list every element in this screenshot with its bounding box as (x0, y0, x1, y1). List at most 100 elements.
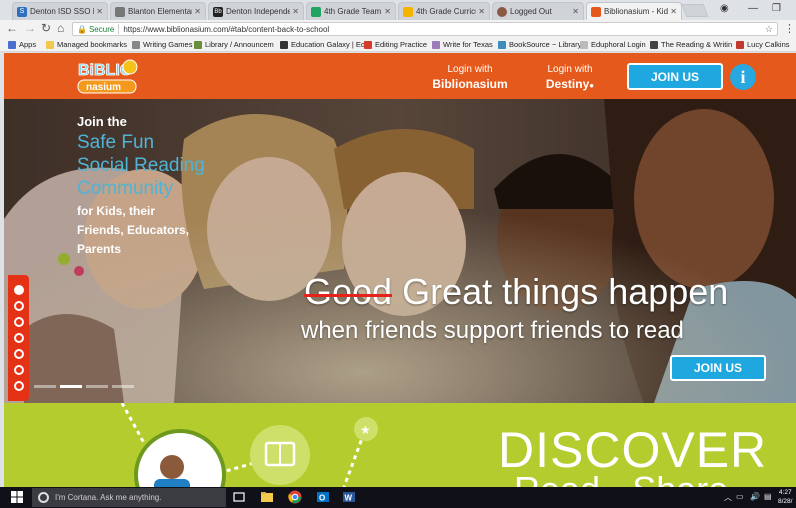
page-icon (364, 40, 372, 49)
login-line2: Biblionasium (432, 77, 508, 91)
cortana-icon (38, 492, 49, 503)
tab-denton-sso[interactable]: S Denton ISD SSO Por ✕ (12, 2, 108, 20)
windows-taskbar: I'm Cortana. Ask me anything. O W ︿ ▭ 🔊 … (0, 487, 796, 508)
bookmark-library[interactable]: Library / Announcem (194, 40, 274, 49)
task-view-icon[interactable] (232, 490, 246, 504)
tab-favicon-icon (115, 6, 125, 17)
reload-icon[interactable]: ↻ (41, 21, 51, 35)
discover-section: ★ DISCOVER Read ● Share (4, 403, 796, 487)
tab-denton-independent[interactable]: Bb Denton Independen ✕ (208, 2, 304, 20)
slide-dot-3[interactable] (14, 317, 24, 327)
svg-text:W: W (345, 494, 353, 503)
login-line2: Destiny● (540, 77, 600, 93)
tab-biblionasium[interactable]: Biblionasium - Kids ✕ (586, 2, 682, 20)
site-header: BiBLIO nasium Login with Biblionasium Lo… (4, 53, 796, 99)
carousel-page-3[interactable] (86, 385, 108, 388)
minimize-icon[interactable]: — (748, 3, 758, 14)
discover-subtitle: Read ● Share (514, 469, 728, 487)
url-text[interactable]: https://www.biblionasium.com/#tab/conten… (123, 25, 329, 34)
bookmark-booksource[interactable]: BookSource ~ Library (498, 40, 581, 49)
back-icon[interactable]: ← (6, 21, 18, 35)
hero-join-us-button[interactable]: JOIN US (670, 355, 766, 381)
carousel-page-2[interactable] (60, 385, 82, 388)
secure-label: Secure (88, 24, 115, 34)
profile-icon[interactable]: ◉ (720, 3, 729, 14)
biblionasium-logo[interactable]: BiBLIO nasium (76, 58, 138, 96)
system-clock[interactable]: 4:27 8/28/ (778, 488, 792, 506)
tab-close-icon[interactable]: ✕ (478, 7, 485, 16)
slide-dot-6[interactable] (14, 365, 24, 375)
slide-dot-5[interactable] (14, 349, 24, 359)
destiny-globe-icon: ● (589, 81, 595, 90)
bookmark-star-icon[interactable]: ☆ (765, 24, 773, 35)
bookmark-write-for-texas[interactable]: Write for Texas (432, 40, 493, 49)
word-icon[interactable]: W (342, 490, 356, 504)
bookmark-lucy-calkins[interactable]: Lucy Calkins (736, 40, 790, 49)
hero-headline: Good Great things happen (304, 271, 728, 313)
page-icon (498, 40, 506, 49)
bookmark-reading-writing[interactable]: The Reading & Writin (650, 40, 732, 49)
tagline-small-line: Friends, Educators, (77, 223, 190, 237)
slide-dot-4[interactable] (14, 333, 24, 343)
tab-favicon-icon (497, 6, 507, 17)
file-explorer-icon[interactable] (260, 490, 274, 504)
outlook-icon[interactable]: O (316, 490, 330, 504)
tab-title: Denton Independen (226, 7, 291, 16)
bookmark-writing-games[interactable]: Writing Games (132, 40, 192, 49)
divider (118, 24, 120, 34)
restore-icon[interactable]: ❐ (772, 3, 781, 14)
bookmark-editing-practice[interactable]: Editing Practice (364, 40, 427, 49)
slide-dot-7[interactable] (14, 381, 24, 391)
bookmark-label: Eduphoral Login (591, 40, 646, 49)
page-icon (132, 40, 140, 49)
tab-close-icon[interactable]: ✕ (292, 7, 299, 16)
browser-tab-strip: S Denton ISD SSO Por ✕ Blanton Elementar… (0, 0, 796, 20)
network-icon[interactable]: ▭ (736, 492, 744, 501)
forward-icon[interactable]: → (24, 21, 36, 35)
bookmark-apps[interactable]: Apps (8, 40, 36, 49)
tagline-line: Community (77, 178, 174, 199)
tab-close-icon[interactable]: ✕ (194, 7, 201, 16)
tagline-small-line: Parents (77, 242, 122, 256)
header-join-us-button[interactable]: JOIN US (627, 63, 723, 90)
tab-logged-out[interactable]: Logged Out ✕ (492, 2, 584, 20)
drive-icon (311, 6, 321, 17)
tab-close-icon[interactable]: ✕ (96, 7, 103, 16)
bookmark-label: Library / Announcem (205, 40, 274, 49)
tab-curriculum[interactable]: 4th Grade Curriculu ✕ (398, 2, 490, 20)
tab-close-icon[interactable]: ✕ (670, 7, 677, 16)
lock-icon: 🔒 (77, 24, 87, 34)
slide-dot-2[interactable] (14, 301, 24, 311)
home-icon[interactable]: ⌂ (57, 21, 64, 35)
windows-start-icon[interactable] (10, 490, 24, 504)
info-icon[interactable]: i (730, 64, 756, 90)
tagline-line: Safe Fun (77, 132, 155, 153)
bookmark-label: Managed bookmarks (57, 40, 128, 49)
chrome-icon[interactable] (288, 490, 302, 504)
cortana-search-box[interactable]: I'm Cortana. Ask me anything. (32, 488, 226, 507)
bookmark-label: Lucy Calkins (747, 40, 790, 49)
login-biblionasium-link[interactable]: Login with Biblionasium (432, 63, 508, 91)
tab-favicon-icon (591, 6, 601, 17)
tab-close-icon[interactable]: ✕ (572, 7, 579, 16)
notifications-icon[interactable]: ▤ (764, 492, 772, 501)
tab-team-drive[interactable]: 4th Grade Team Dri ✕ (306, 2, 396, 20)
volume-icon[interactable]: 🔊 (750, 492, 760, 501)
carousel-page-1[interactable] (34, 385, 56, 388)
address-bar[interactable]: 🔒 Secure https://www.biblionasium.com/#t… (72, 22, 778, 36)
tray-chevron-icon[interactable]: ︿ (724, 492, 732, 503)
bookmark-managed[interactable]: Managed bookmarks (46, 40, 127, 49)
tab-favicon-icon: Bb (213, 6, 223, 17)
bookmark-eduphoral[interactable]: Eduphoral Login (580, 40, 646, 49)
slide-dot-1[interactable] (14, 285, 24, 295)
carousel-page-4[interactable] (112, 385, 134, 388)
headline-text: Great things happen (402, 271, 729, 312)
webpage: BiBLIO nasium Login with Biblionasium Lo… (4, 53, 796, 487)
new-tab-button[interactable] (681, 4, 709, 17)
tab-close-icon[interactable]: ✕ (384, 7, 391, 16)
menu-icon[interactable]: ⋮ (784, 22, 795, 35)
bookmark-education-galaxy[interactable]: Education Galaxy | Ed (280, 40, 365, 49)
login-destiny-link[interactable]: Login with Destiny● (540, 63, 600, 93)
tab-title: 4th Grade Team Dri (324, 7, 382, 16)
tab-blanton[interactable]: Blanton Elementary ✕ (110, 2, 206, 20)
